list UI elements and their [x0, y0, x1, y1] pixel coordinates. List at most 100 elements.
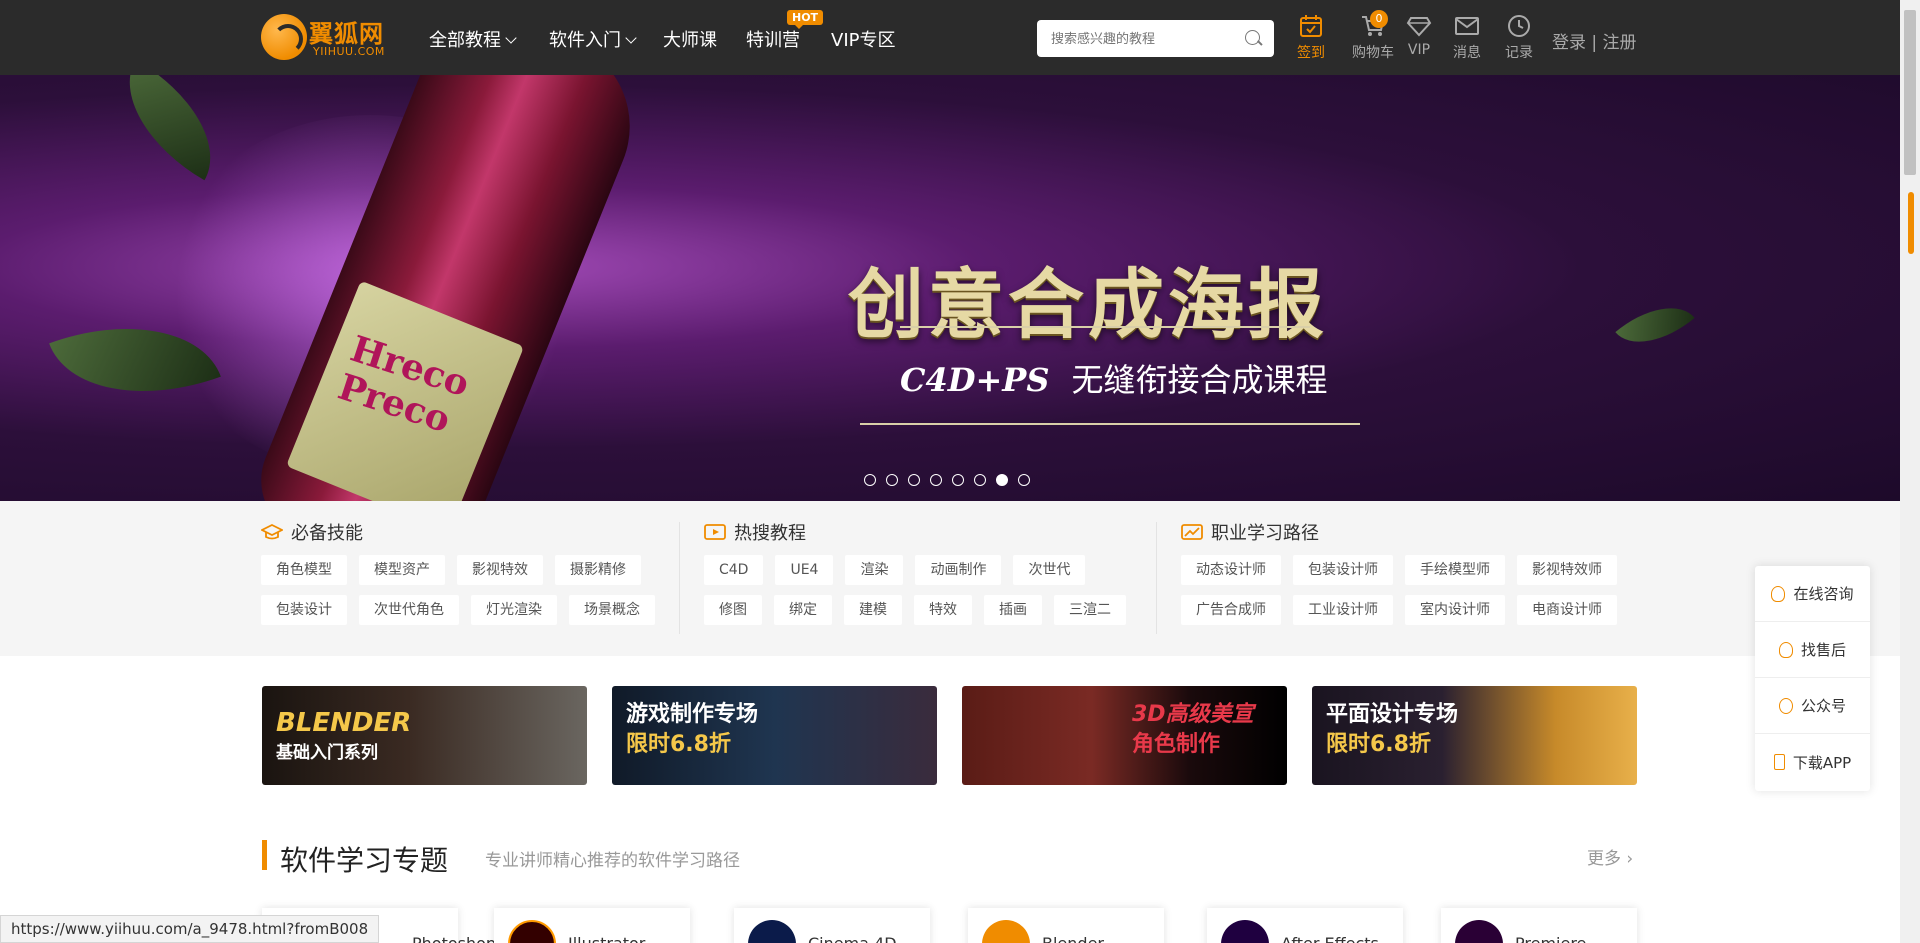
tag-item[interactable]: 影视特效 — [457, 555, 543, 585]
tag-item[interactable]: 次世代角色 — [359, 595, 459, 625]
search-icon[interactable] — [1245, 30, 1260, 45]
wechat-icon — [1778, 697, 1793, 714]
leaf-decoration — [100, 75, 240, 181]
after-sales-button[interactable]: 找售后 — [1755, 622, 1870, 678]
promo-card-graphic-design[interactable]: 平面设计专场 限时6.8折 — [1312, 686, 1637, 785]
flourish-divider — [860, 423, 1360, 425]
link-status-bar: https://www.yiihuu.com/a_9478.html?fromB… — [0, 915, 380, 943]
carousel-dot[interactable] — [886, 474, 898, 486]
section-title: 软件学习专题 — [280, 844, 449, 877]
tool-history[interactable]: 记录 — [1494, 14, 1544, 62]
promo-card-blender[interactable]: BLENDER 基础入门系列 — [262, 686, 587, 785]
carousel-dot[interactable] — [1018, 474, 1030, 486]
page-scrollbar[interactable] — [1900, 0, 1920, 943]
banner-title: 创意合成海报 — [848, 260, 1328, 349]
download-app-button[interactable]: 下载APP — [1755, 734, 1870, 790]
category-heading: 热搜教程 — [704, 519, 1144, 545]
qq-icon — [1778, 641, 1793, 658]
tool-checkin[interactable]: 签到 — [1286, 14, 1336, 62]
tag-item[interactable]: 包装设计 — [261, 595, 347, 625]
tag-item[interactable]: 三渲二 — [1054, 595, 1126, 625]
carousel-dot[interactable] — [908, 474, 920, 486]
carousel-dot[interactable] — [930, 474, 942, 486]
tag-item[interactable]: 广告合成师 — [1181, 595, 1281, 625]
promo-text: 平面设计专场 限时6.8折 — [1326, 700, 1458, 760]
tool-vip[interactable]: VIP — [1394, 14, 1444, 58]
wechat-official-button[interactable]: 公众号 — [1755, 678, 1870, 734]
software-name: Photoshop — [412, 934, 496, 943]
tag-item[interactable]: 渲染 — [845, 555, 904, 585]
software-card-cinema4d[interactable]: Cinema 4D — [734, 908, 930, 943]
nav-all-tutorials[interactable]: 全部教程 — [429, 26, 517, 52]
tag-item[interactable]: 影视特效师 — [1517, 555, 1617, 585]
tool-label: 签到 — [1297, 45, 1325, 61]
chevron-down-icon — [625, 32, 637, 44]
login-register-link[interactable]: 登录 | 注册 — [1552, 28, 1637, 53]
logo-name: 翼狐网 — [309, 20, 384, 48]
site-logo[interactable]: 翼狐网 YIIHUU.COM — [261, 14, 401, 60]
nav-training-camp[interactable]: 特训营 — [746, 26, 800, 52]
category-heading: 必备技能 — [261, 519, 661, 545]
nav-software-intro[interactable]: 软件入门 — [549, 26, 637, 52]
tag-item[interactable]: C4D — [704, 555, 764, 585]
tag-item[interactable]: 插画 — [984, 595, 1042, 625]
tag-item[interactable]: 角色模型 — [261, 555, 347, 585]
promo-card-3d-character[interactable]: 3D高级美宣 角色制作 — [962, 686, 1287, 785]
tag-item[interactable]: 工业设计师 — [1293, 595, 1393, 625]
tag-item[interactable]: 场景概念 — [569, 595, 655, 625]
promo-line1: 游戏制作专场 — [626, 702, 759, 727]
nav-vip-zone[interactable]: VIP专区 — [831, 26, 895, 52]
nav-label: VIP专区 — [831, 30, 896, 51]
tag-list: 动态设计师 包装设计师 手绘模型师 影视特效师 广告合成师 工业设计师 室内设计… — [1181, 555, 1641, 625]
tag-item[interactable]: 修图 — [704, 595, 762, 625]
tag-item[interactable]: UE4 — [775, 555, 834, 585]
tag-item[interactable]: 摄影精修 — [555, 555, 641, 585]
tag-item[interactable]: 特效 — [914, 595, 972, 625]
carousel-dot[interactable] — [974, 474, 986, 486]
category-title: 热搜教程 — [734, 523, 806, 544]
clock-icon — [1508, 15, 1530, 37]
tag-item[interactable]: 电商设计师 — [1517, 595, 1617, 625]
search-input[interactable] — [1051, 29, 1231, 49]
promo-line2: 限时6.8折 — [1326, 732, 1431, 757]
software-card-after-effects[interactable]: After Effects — [1207, 908, 1403, 943]
scrollbar-thumb[interactable] — [1904, 10, 1916, 175]
search-box[interactable] — [1037, 20, 1274, 57]
blender-icon — [982, 920, 1030, 943]
software-card-premiere[interactable]: Premiere — [1441, 908, 1637, 943]
tag-item[interactable]: 动态设计师 — [1181, 555, 1281, 585]
cinema4d-icon — [748, 920, 796, 943]
tag-item[interactable]: 次世代 — [1013, 555, 1086, 585]
top-nav: 翼狐网 YIIHUU.COM 全部教程 软件入门 大师课 特训营 HOT VIP… — [0, 0, 1900, 75]
carousel-dot-active[interactable] — [996, 474, 1008, 486]
tag-item[interactable]: 灯光渲染 — [471, 595, 557, 625]
tool-messages[interactable]: 消息 — [1442, 14, 1492, 62]
promo-line1: BLENDER — [276, 708, 412, 738]
tag-item[interactable]: 包装设计师 — [1293, 555, 1393, 585]
float-label: 找售后 — [1800, 641, 1846, 659]
carousel-dot[interactable] — [952, 474, 964, 486]
tag-item[interactable]: 模型资产 — [359, 555, 445, 585]
software-card-illustrator[interactable]: Illustrator — [494, 908, 690, 943]
tag-list: 角色模型 模型资产 影视特效 摄影精修 包装设计 次世代角色 灯光渲染 场景概念 — [261, 555, 661, 625]
online-consult-button[interactable]: 在线咨询 — [1755, 566, 1870, 622]
tag-item[interactable]: 建模 — [844, 595, 902, 625]
hero-banner[interactable]: Hreco Preco 创意合成海报 C4D+PS 无缝衔接合成课程 — [0, 75, 1900, 501]
tag-item[interactable]: 动画制作 — [915, 555, 1002, 585]
nav-label: 特训营 — [746, 30, 800, 51]
carousel-dot[interactable] — [864, 474, 876, 486]
tag-item[interactable]: 室内设计师 — [1405, 595, 1505, 625]
nav-label: 全部教程 — [429, 30, 501, 51]
software-card-blender[interactable]: Blender — [968, 908, 1164, 943]
tag-item[interactable]: 绑定 — [774, 595, 832, 625]
bottle-label-text: Hreco Preco — [333, 327, 475, 442]
promo-card-game[interactable]: 游戏制作专场 限时6.8折 — [612, 686, 937, 785]
tag-item[interactable]: 手绘模型师 — [1405, 555, 1505, 585]
float-label: 在线咨询 — [1793, 585, 1854, 603]
nav-master-class[interactable]: 大师课 — [663, 26, 717, 52]
software-name: Illustrator — [568, 934, 645, 943]
floating-service-panel: 在线咨询 找售后 公众号 下载APP — [1755, 566, 1870, 791]
section-accent-bar — [262, 840, 267, 870]
more-link[interactable]: 更多 › — [1587, 844, 1633, 869]
section-subtitle: 专业讲师精心推荐的软件学习路径 — [485, 851, 740, 871]
